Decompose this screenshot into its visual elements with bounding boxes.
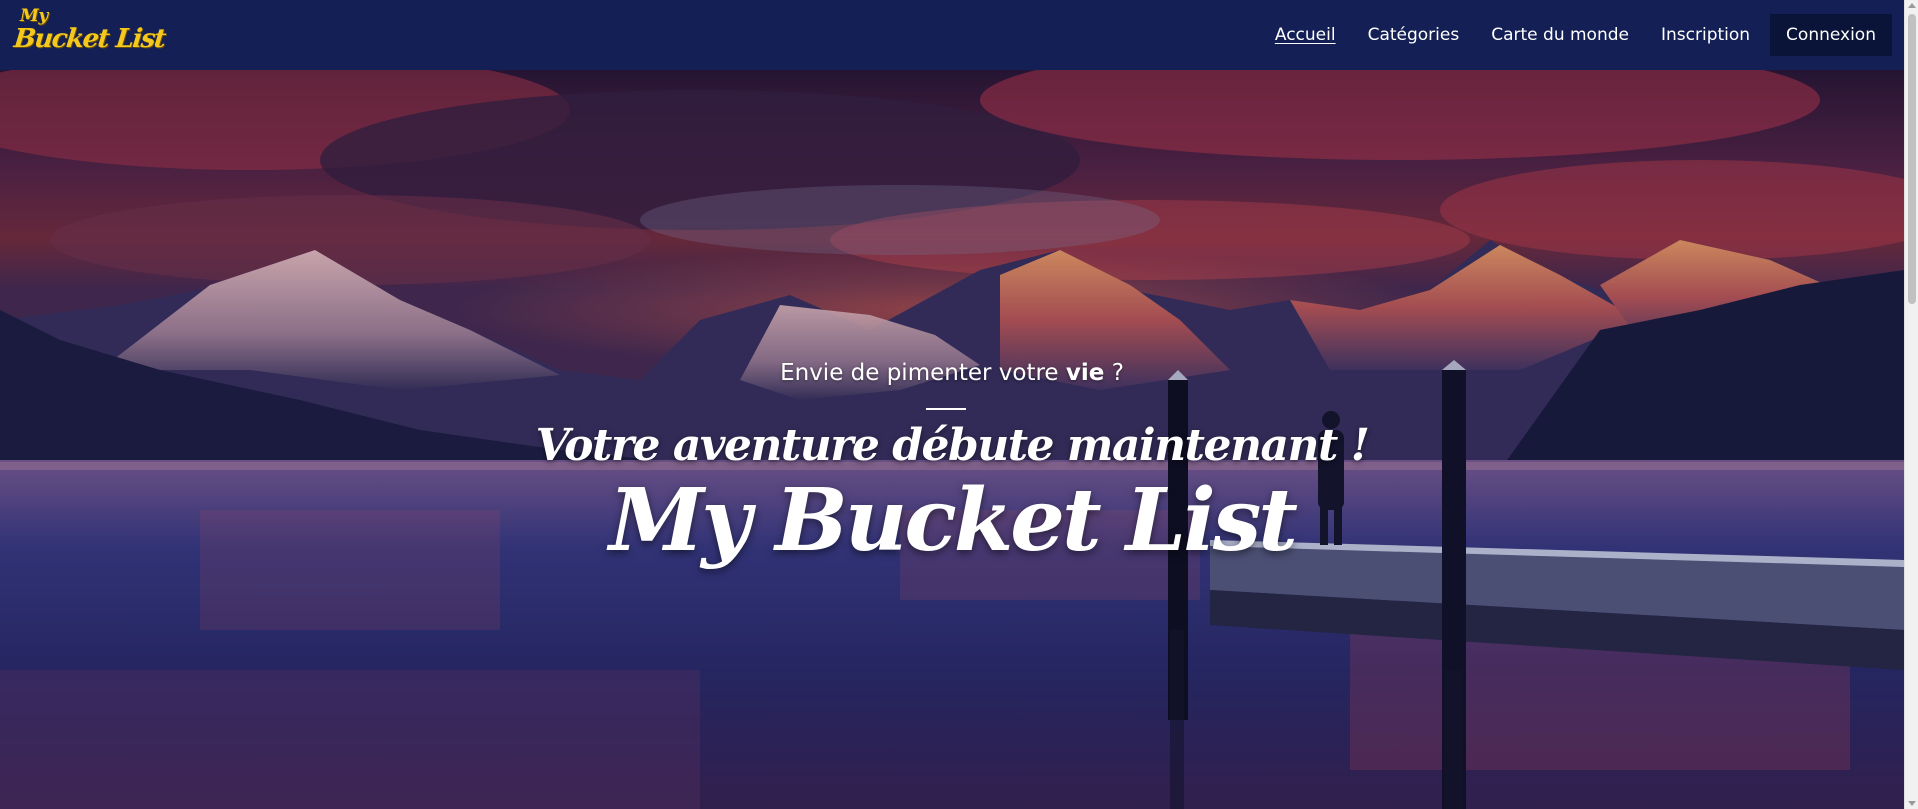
nav-link-connexion[interactable]: Connexion [1770, 14, 1892, 56]
page-scrollbar[interactable] [1904, 0, 1918, 809]
nav-links: Accueil Catégories Carte du monde Inscri… [1259, 0, 1892, 70]
nav-link-accueil[interactable]: Accueil [1259, 15, 1352, 55]
hero-tagline: Envie de pimenter votre vie ? [0, 360, 1904, 386]
top-navbar: My Bucket List Accueil Catégories Carte … [0, 0, 1904, 70]
hero-subtitle: Votre aventure débute maintenant ! [535, 420, 1370, 471]
hero-divider [926, 408, 966, 410]
scrollbar-thumb[interactable] [1908, 14, 1916, 304]
logo-line-1: My [20, 6, 48, 26]
hero-title: My Bucket List [609, 470, 1298, 571]
scroll-up-icon[interactable] [1908, 3, 1916, 8]
tagline-suffix: ? [1111, 360, 1124, 386]
nav-link-categories[interactable]: Catégories [1352, 15, 1476, 55]
nav-link-carte-du-monde[interactable]: Carte du monde [1475, 15, 1645, 55]
scroll-down-icon[interactable] [1908, 801, 1916, 806]
nav-link-inscription[interactable]: Inscription [1645, 15, 1766, 55]
logo-line-2: Bucket List [12, 24, 167, 54]
site-logo[interactable]: My Bucket List [12, 0, 166, 70]
hero-content: Envie de pimenter votre vie ? Votre aven… [0, 70, 1904, 809]
tagline-prefix: Envie de pimenter votre [780, 360, 1059, 386]
hero-section: Envie de pimenter votre vie ? Votre aven… [0, 70, 1904, 809]
tagline-bold-word: vie [1065, 360, 1105, 386]
